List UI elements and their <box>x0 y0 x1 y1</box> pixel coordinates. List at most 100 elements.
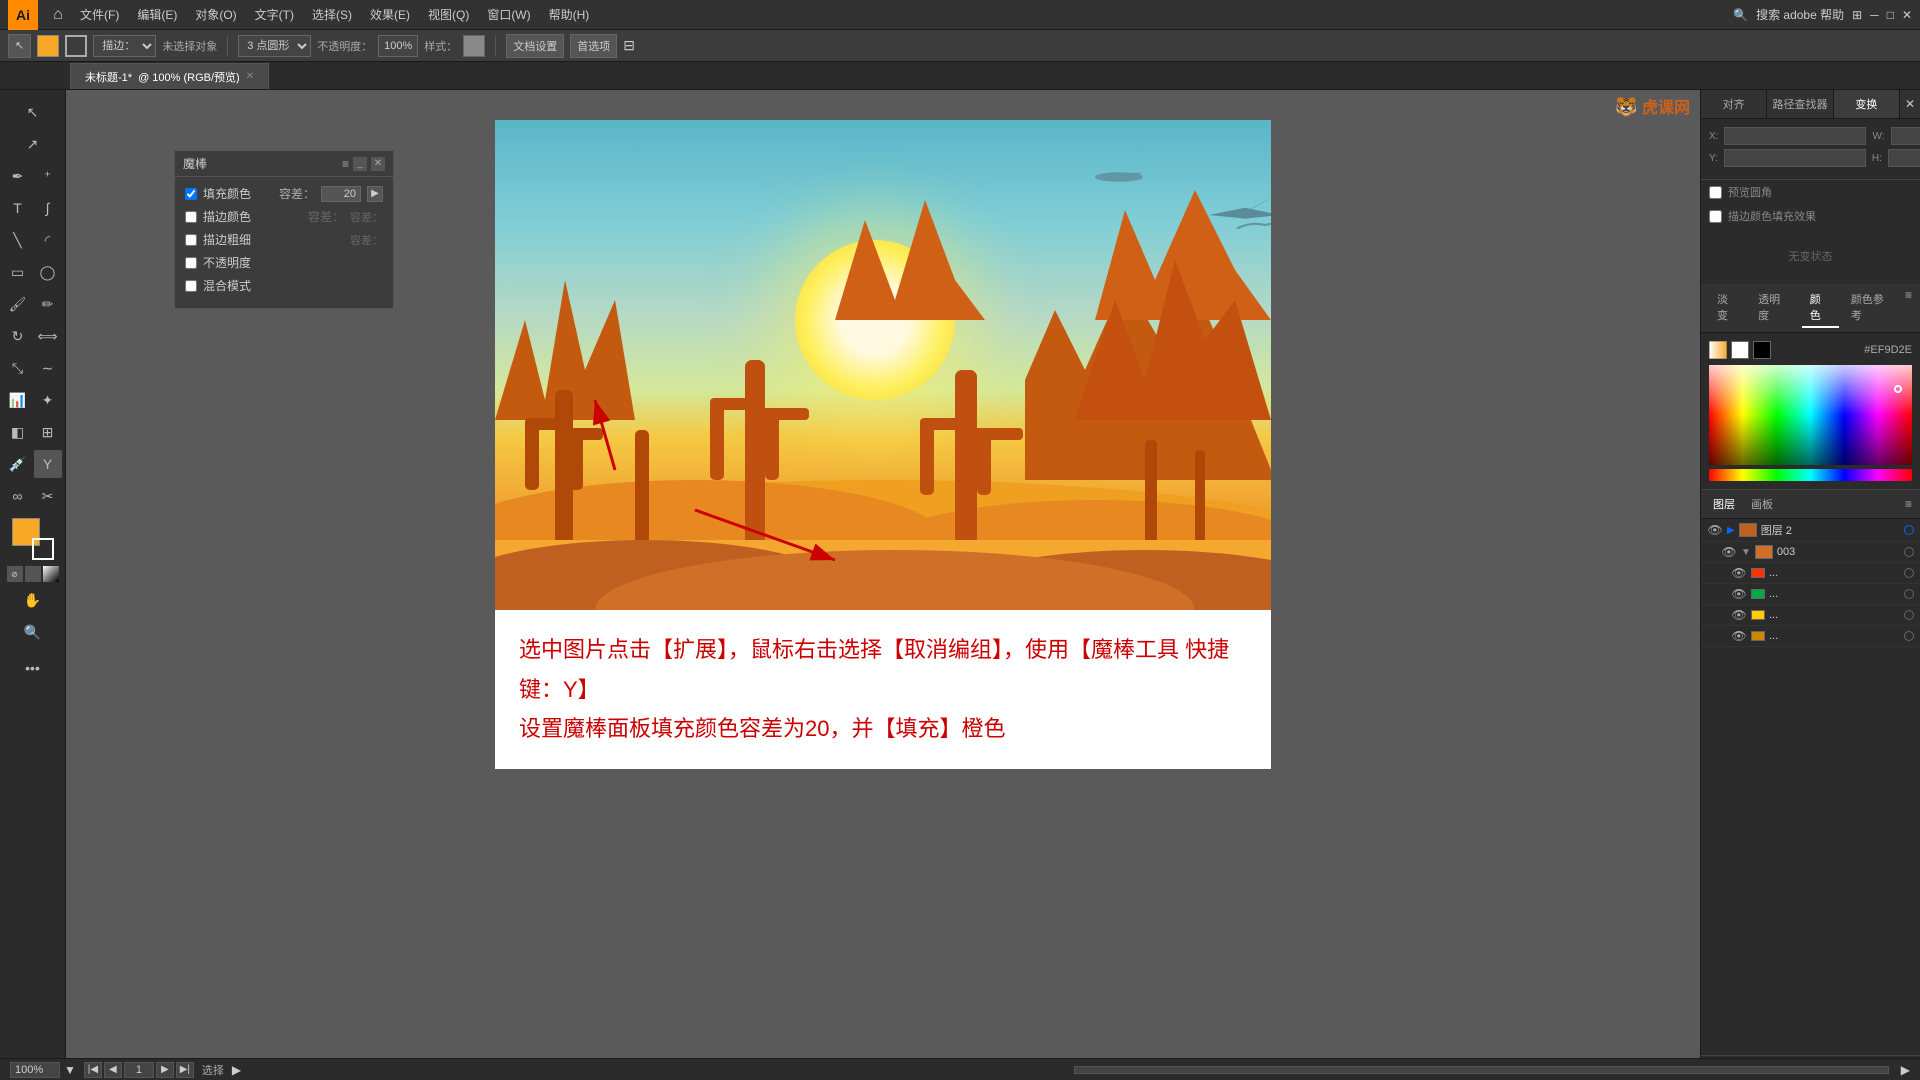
illustration-canvas[interactable] <box>495 120 1271 610</box>
menu-window[interactable]: 窗口(W) <box>479 2 538 27</box>
fill-tolerance-input[interactable] <box>321 186 361 202</box>
x-input[interactable] <box>1724 127 1866 145</box>
panel-close[interactable]: ✕ <box>1900 90 1920 118</box>
prev-page-btn[interactable]: ◀ <box>104 1062 122 1078</box>
fill-color-checkbox[interactable] <box>185 188 197 200</box>
arc-tool[interactable]: ◜ <box>34 226 62 254</box>
direct-selection-tool[interactable]: ↗ <box>19 130 47 158</box>
none-icon[interactable]: ⊘ <box>7 566 23 582</box>
rectangle-tool[interactable]: ▭ <box>4 258 32 286</box>
fill-tolerance-arrow[interactable]: ▶ <box>367 186 383 202</box>
layer-row-color2[interactable]: 👁 ... <box>1701 584 1920 605</box>
arrange-icon[interactable]: ⊟ <box>623 37 635 54</box>
zoom-input[interactable] <box>10 1062 60 1078</box>
ellipse-tool[interactable]: ◯ <box>34 258 62 286</box>
layer-c1-eye[interactable]: 👁 <box>1731 566 1747 580</box>
panel-header[interactable]: 魔棒 ≡ _ ✕ <box>175 151 393 177</box>
tab-close-btn[interactable]: ✕ <box>246 71 254 82</box>
pen-tool[interactable]: ✒ <box>4 162 32 190</box>
eyedropper-tool[interactable]: 💉 <box>4 450 32 478</box>
layer-2-eye[interactable]: 👁 <box>1707 523 1723 537</box>
white-swatch[interactable] <box>1731 341 1749 359</box>
graph-tool[interactable]: 📊 <box>4 386 32 414</box>
menu-text[interactable]: 文字(T) <box>247 2 302 27</box>
rotate-tool[interactable]: ↻ <box>4 322 32 350</box>
layer-row-003[interactable]: 👁 ▼ 003 <box>1701 542 1920 563</box>
layer-c3-eye[interactable]: 👁 <box>1731 608 1747 622</box>
layer-row-color4[interactable]: 👁 ... <box>1701 626 1920 647</box>
menu-file[interactable]: 文件(F) <box>72 2 127 27</box>
w-input[interactable] <box>1891 127 1920 145</box>
layer-003-expand[interactable]: ▼ <box>1741 547 1751 558</box>
layer-2-expand[interactable]: ▶ <box>1727 525 1735 536</box>
layout-icon[interactable]: ⊞ <box>1852 8 1862 22</box>
page-number-input[interactable] <box>124 1062 154 1078</box>
layer-row-color3[interactable]: 👁 ... <box>1701 605 1920 626</box>
menu-view[interactable]: 视图(Q) <box>420 2 477 27</box>
layer-c4-eye[interactable]: 👁 <box>1731 629 1747 643</box>
close-button[interactable]: ✕ <box>1902 8 1912 22</box>
first-page-btn[interactable]: |◀ <box>84 1062 102 1078</box>
anchor-tool[interactable]: ⁺ <box>34 162 62 190</box>
selection-tool[interactable]: ↖ <box>19 98 47 126</box>
opacity-checkbox[interactable] <box>185 257 197 269</box>
menu-select[interactable]: 选择(S) <box>304 2 360 27</box>
reflect-tool[interactable]: ⟺ <box>34 322 62 350</box>
menu-edit[interactable]: 编辑(E) <box>129 2 185 27</box>
stroke-indicator[interactable] <box>32 538 54 560</box>
next-page-btn[interactable]: ▶ <box>156 1062 174 1078</box>
blend-tool[interactable]: ∞ <box>4 482 32 510</box>
h-input[interactable] <box>1888 149 1920 167</box>
stroke-style-select[interactable]: 3 点圆形 <box>238 35 311 57</box>
menu-object[interactable]: 对象(O) <box>187 2 244 27</box>
color-picker-gradient[interactable] <box>1709 365 1912 465</box>
menu-effect[interactable]: 效果(E) <box>362 2 418 27</box>
align-tab[interactable]: 对齐 <box>1701 90 1767 118</box>
first-option-btn[interactable]: 首选项 <box>570 34 617 58</box>
hue-slider[interactable] <box>1709 469 1912 481</box>
layer-row-color1[interactable]: 👁 ... <box>1701 563 1920 584</box>
gradient-icon[interactable] <box>43 566 59 582</box>
pathfinder-tab[interactable]: 路径查找器 <box>1767 90 1833 118</box>
fill-effects-checkbox[interactable] <box>1709 210 1722 223</box>
document-tab[interactable]: 未标题-1* @ 100% (RGB/预览) ✕ <box>70 63 269 89</box>
stroke-color-swatch[interactable] <box>65 35 87 57</box>
tint-tab[interactable]: 淡变 <box>1709 288 1746 328</box>
stroke-thickness-checkbox[interactable] <box>185 234 197 246</box>
magic-wand-tool[interactable]: Y <box>34 450 62 478</box>
selection-tool-btn[interactable]: ↖ <box>8 34 31 58</box>
panel-menu-icon[interactable]: ≡ <box>342 157 349 171</box>
artboard-tab[interactable]: 画板 <box>1747 494 1777 514</box>
paintbrush-tool[interactable]: 🖌 <box>4 290 32 318</box>
gradient-tool[interactable]: ◧ <box>4 418 32 446</box>
layers-tab[interactable]: 图层 <box>1709 494 1739 514</box>
transparency-tab[interactable]: 透明度 <box>1750 288 1798 328</box>
area-type-tool[interactable]: ∫ <box>34 194 62 222</box>
panel-collapse-btn[interactable]: _ <box>353 157 367 171</box>
preview-corners-checkbox[interactable] <box>1709 186 1722 199</box>
horizontal-scrollbar[interactable] <box>1074 1066 1889 1074</box>
home-button[interactable]: ⌂ <box>46 3 70 27</box>
color-icon[interactable] <box>25 566 41 582</box>
black-swatch[interactable] <box>1753 341 1771 359</box>
canvas-area[interactable]: 魔棒 ≡ _ ✕ 填充颜色 容差： ▶ <box>66 90 1700 1080</box>
transform-tab[interactable]: 变换 <box>1834 90 1900 118</box>
blend-mode-select[interactable]: 描边： <box>93 35 156 57</box>
more-tools-btn[interactable]: ••• <box>19 654 47 682</box>
doc-settings-btn[interactable]: 文档设置 <box>506 34 564 58</box>
scroll-right-btn[interactable]: ▶ <box>1901 1063 1910 1077</box>
color-ref-tab[interactable]: 颜色参考 <box>1843 288 1901 328</box>
mesh-tool[interactable]: ⊞ <box>34 418 62 446</box>
zoom-tool[interactable]: 🔍 <box>19 618 47 646</box>
panel-close-btn[interactable]: ✕ <box>371 157 385 171</box>
layer-003-eye[interactable]: 👁 <box>1721 545 1737 559</box>
layer-c2-eye[interactable]: 👁 <box>1731 587 1747 601</box>
layer-row-2[interactable]: 👁 ▶ 图层 2 <box>1701 519 1920 542</box>
blend-mode-checkbox[interactable] <box>185 280 197 292</box>
type-tool[interactable]: T <box>4 194 32 222</box>
scissors-tool[interactable]: ✂ <box>34 482 62 510</box>
play-btn[interactable]: ▶ <box>232 1063 241 1077</box>
menu-help[interactable]: 帮助(H) <box>541 2 598 27</box>
minimize-button[interactable]: ─ <box>1870 8 1879 22</box>
line-tool[interactable]: ╲ <box>4 226 32 254</box>
